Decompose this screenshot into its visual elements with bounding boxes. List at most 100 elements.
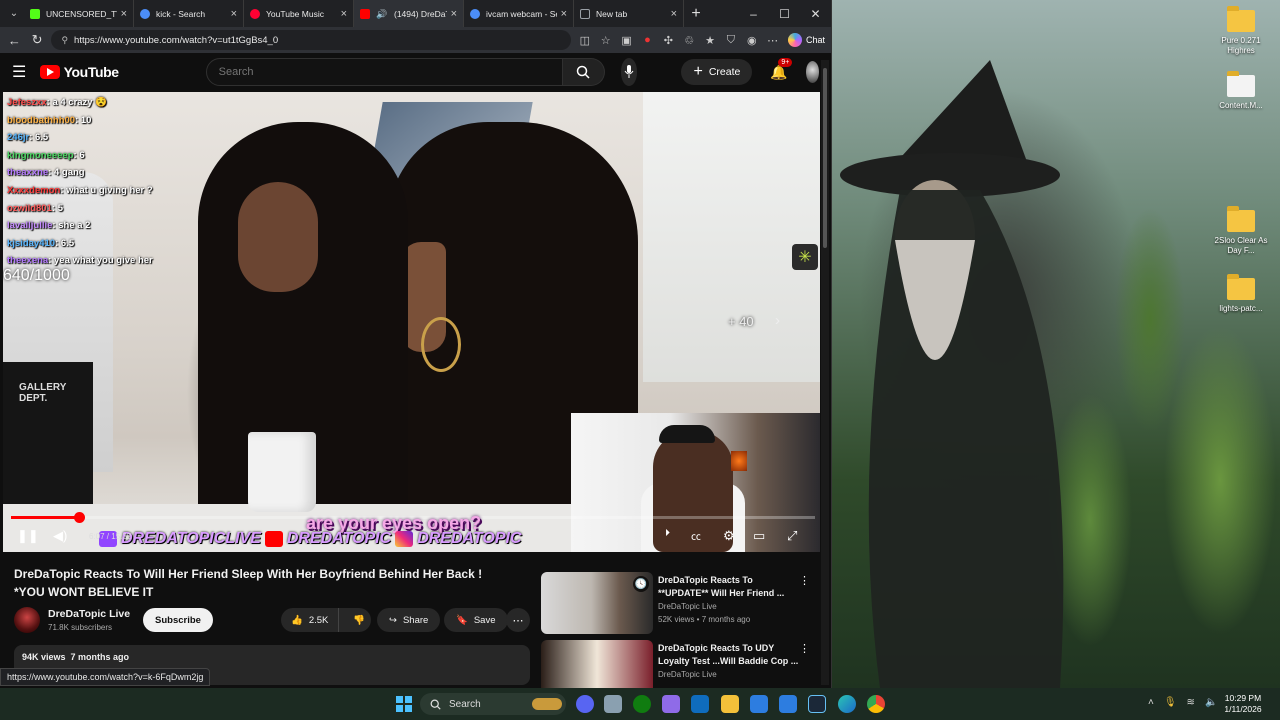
share-button[interactable]: ↪ Share	[377, 608, 441, 632]
maximize-icon[interactable]: ☐	[769, 7, 800, 21]
more-actions-button[interactable]: ⋯	[506, 608, 530, 632]
puzzle-extension-icon[interactable]: ✣	[661, 34, 676, 47]
notifications-button[interactable]: 🔔 9+	[770, 57, 793, 81]
desktop-icon[interactable]: 2Sloo Clear As Day F...	[1209, 206, 1273, 256]
channel-avatar[interactable]	[14, 607, 40, 633]
browser-essentials-icon[interactable]: ⛉	[723, 34, 738, 47]
close-icon[interactable]: ×	[121, 8, 127, 20]
chrome-icon[interactable]	[867, 695, 885, 713]
browser-tab[interactable]: UNCENSORED_TV Sl ×	[24, 0, 134, 27]
edge-browser-icon[interactable]	[838, 695, 856, 713]
address-bar-row: ← ↻ ⚲ https://www.youtube.com/watch?v=ut…	[0, 27, 831, 53]
tab-strip: ⌄ UNCENSORED_TV Sl × kick - Search × You…	[0, 0, 831, 27]
browser-tab[interactable]: kick - Search ×	[134, 0, 244, 27]
taskbar-search[interactable]: Search	[420, 693, 566, 715]
mic-tray-icon[interactable]: 🎙	[1164, 697, 1177, 708]
youtube-play-icon	[39, 65, 60, 79]
volume-tray-icon[interactable]: 🔈	[1205, 697, 1217, 708]
refresh-icon[interactable]: ↻	[29, 32, 46, 48]
browser-tab[interactable]: ivcam webcam - Sea ×	[464, 0, 574, 27]
settings-more-icon[interactable]: ⋯	[765, 34, 780, 47]
close-window-icon[interactable]: ✕	[800, 7, 831, 21]
chat-username: bloodbathhh00	[7, 114, 76, 126]
copilot-icon	[788, 33, 803, 47]
more-vertical-icon[interactable]: ⋮	[799, 642, 810, 655]
favorites-icon[interactable]: ★	[703, 34, 718, 47]
outlook-icon[interactable]	[691, 695, 709, 713]
new-tab-button[interactable]: +	[684, 5, 708, 23]
video-player[interactable]: GALLERY DEPT. Jefeszxx: a 4 crazy 😵 bloodb…	[3, 92, 820, 552]
watch-later-icon[interactable]: 🕓	[633, 576, 649, 592]
save-button[interactable]: 🔖 Save	[444, 608, 508, 632]
record-extension-icon[interactable]: ●	[640, 34, 655, 46]
chevron-right-icon[interactable]: ›	[775, 312, 780, 329]
search-button[interactable]	[562, 58, 605, 86]
media-player-icon[interactable]	[750, 695, 768, 713]
dislike-button[interactable]: 👎	[345, 615, 373, 626]
chevron-up-icon[interactable]: ˄	[1148, 697, 1154, 708]
minimize-icon[interactable]: –	[738, 7, 769, 21]
search-icon	[470, 8, 480, 19]
xbox-icon[interactable]	[633, 695, 651, 713]
voice-search-button[interactable]	[620, 58, 638, 86]
desktop-icon[interactable]: Content.M...	[1209, 71, 1273, 111]
site-info-icon[interactable]: ⚲	[61, 35, 68, 46]
theater-mode-icon[interactable]: ▭	[753, 528, 765, 544]
subscribe-button[interactable]: Subscribe	[143, 608, 213, 632]
desktop-icon[interactable]: lights-patc...	[1209, 274, 1273, 314]
browser-tab-active[interactable]: 🔊 (1494) DreDaTo ×	[354, 0, 464, 27]
close-icon[interactable]: ×	[231, 8, 237, 20]
browser-tab[interactable]: New tab ×	[574, 0, 684, 27]
webcam-cap	[659, 425, 715, 443]
address-bar[interactable]: ⚲ https://www.youtube.com/watch?v=ut1tGg…	[51, 30, 572, 50]
app-icon[interactable]	[604, 695, 622, 713]
close-icon[interactable]: ×	[671, 8, 677, 20]
channel-name[interactable]: DreDaTopic Live	[48, 608, 130, 620]
visual-studio-icon[interactable]	[662, 695, 680, 713]
close-icon[interactable]: ×	[451, 8, 457, 20]
tab-actions-icon[interactable]: ♲	[682, 34, 697, 47]
chat-text: 6	[79, 149, 85, 161]
desktop-icon[interactable]: Pure 0.271 Highres	[1209, 6, 1273, 56]
menu-icon[interactable]: ☰	[12, 62, 28, 82]
volume-icon[interactable]: ◀)	[53, 528, 67, 544]
discord-icon[interactable]	[576, 695, 594, 713]
speaker-icon[interactable]: 🔊	[376, 9, 388, 19]
like-button[interactable]: 👍 2.5K	[281, 608, 340, 632]
browser-tab[interactable]: YouTube Music ×	[244, 0, 354, 27]
fullscreen-icon[interactable]: ⤢	[787, 528, 797, 544]
back-icon[interactable]: ←	[6, 33, 23, 48]
search-icon	[576, 65, 590, 79]
split-screen-icon[interactable]: ◫	[577, 34, 592, 47]
autoplay-toggle-icon[interactable]: ⏵	[665, 528, 670, 539]
profile-icon[interactable]: ◉	[744, 34, 759, 47]
pause-icon[interactable]: ❚❚	[17, 528, 39, 544]
captions-icon[interactable]: ㏄	[691, 528, 701, 543]
recommendation-title: DreDaTopic Reacts To UDY Loyalty Test ..…	[658, 643, 799, 666]
wifi-icon[interactable]: ≋	[1187, 697, 1195, 708]
account-avatar[interactable]	[805, 61, 819, 83]
video-thumbnail[interactable]: 🕓	[541, 572, 653, 634]
settings-gear-icon[interactable]: ⚙	[723, 528, 735, 544]
favorite-star-icon[interactable]: ☆	[598, 34, 613, 47]
steam-icon[interactable]	[808, 695, 826, 713]
scrollbar-thumb[interactable]	[823, 68, 827, 248]
copilot-chat-button[interactable]: Chat	[788, 33, 825, 47]
more-items-count[interactable]: + 40	[728, 314, 754, 329]
tab-list-icon[interactable]: ⌄	[4, 8, 24, 19]
youtube-logo[interactable]: YouTube	[39, 64, 119, 80]
extension-icon[interactable]: ▣	[619, 34, 634, 47]
remote-desktop-icon[interactable]	[779, 695, 797, 713]
close-icon[interactable]: ×	[561, 8, 567, 20]
extension-star-icon[interactable]: ✳	[792, 244, 818, 270]
system-clock[interactable]: 10:29 PM 1/11/2026	[1224, 693, 1262, 715]
recommendation-meta: 52K views • 7 months ago	[658, 615, 751, 624]
close-icon[interactable]: ×	[341, 8, 347, 20]
file-explorer-icon[interactable]	[721, 695, 739, 713]
create-button[interactable]: + Create	[681, 59, 753, 85]
search-input[interactable]	[205, 58, 563, 86]
more-vertical-icon[interactable]: ⋮	[799, 574, 810, 587]
chat-message: ozwild801: 5	[7, 202, 63, 214]
recommendation-item[interactable]: 🕓 DreDaTopic Reacts To **UPDATE** Will H…	[541, 572, 826, 634]
windows-start-icon[interactable]	[396, 696, 412, 712]
